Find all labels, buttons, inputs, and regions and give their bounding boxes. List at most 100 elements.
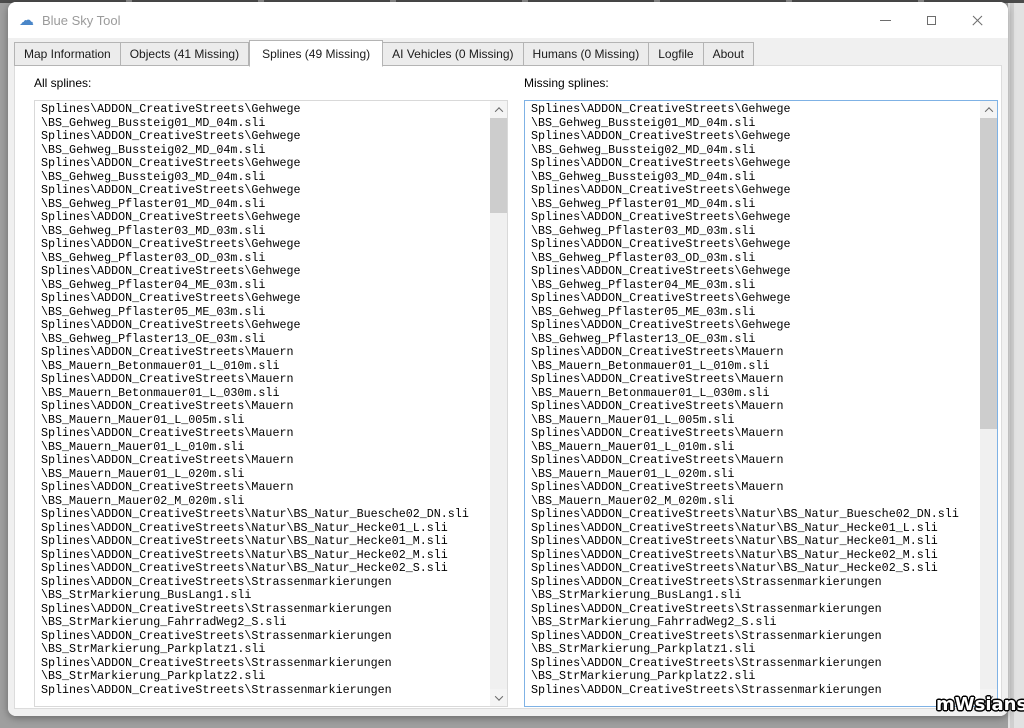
spline-list-item[interactable]: \BS_StrMarkierung_FahrradWeg2_S.sli bbox=[531, 616, 979, 630]
spline-list-item[interactable]: \BS_Gehweg_Pflaster13_OE_03m.sli bbox=[41, 333, 489, 347]
spline-list-item[interactable]: \BS_StrMarkierung_FahrradWeg2_S.sli bbox=[41, 616, 489, 630]
spline-list-item[interactable]: \BS_Mauern_Mauer01_L_005m.sli bbox=[41, 414, 489, 428]
spline-list-item[interactable]: \BS_Gehweg_Pflaster03_OD_03m.sli bbox=[41, 252, 489, 266]
minimize-button[interactable] bbox=[862, 2, 908, 38]
spline-list-item[interactable]: Splines\ADDON_CreativeStreets\Gehwege bbox=[41, 184, 489, 198]
spline-list-item[interactable]: \BS_Gehweg_Bussteig02_MD_04m.sli bbox=[41, 144, 489, 158]
spline-list-item[interactable]: Splines\ADDON_CreativeStreets\Natur\BS_N… bbox=[531, 508, 979, 522]
spline-list-item[interactable]: Splines\ADDON_CreativeStreets\Natur\BS_N… bbox=[41, 508, 489, 522]
spline-list-item[interactable]: \BS_Gehweg_Pflaster01_MD_04m.sli bbox=[531, 198, 979, 212]
spline-list-item[interactable]: Splines\ADDON_CreativeStreets\Gehwege bbox=[41, 130, 489, 144]
spline-list-item[interactable]: Splines\ADDON_CreativeStreets\Mauern bbox=[531, 400, 979, 414]
spline-list-item[interactable]: Splines\ADDON_CreativeStreets\Gehwege bbox=[531, 319, 979, 333]
spline-list-item[interactable]: Splines\ADDON_CreativeStreets\Strassenma… bbox=[41, 603, 489, 617]
spline-list-item[interactable]: \BS_Gehweg_Pflaster03_MD_03m.sli bbox=[531, 225, 979, 239]
spline-list-item[interactable]: \BS_Mauern_Mauer01_L_005m.sli bbox=[531, 414, 979, 428]
spline-list-item[interactable]: Splines\ADDON_CreativeStreets\Strassenma… bbox=[531, 603, 979, 617]
spline-list-item[interactable]: Splines\ADDON_CreativeStreets\Gehwege bbox=[41, 319, 489, 333]
spline-list-item[interactable]: Splines\ADDON_CreativeStreets\Strassenma… bbox=[41, 630, 489, 644]
spline-list-item[interactable]: \BS_Mauern_Mauer01_L_020m.sli bbox=[531, 468, 979, 482]
missing-splines-scrollbar[interactable] bbox=[980, 101, 997, 706]
spline-list-item[interactable]: \BS_Mauern_Betonmauer01_L_030m.sli bbox=[531, 387, 979, 401]
spline-list-item[interactable]: Splines\ADDON_CreativeStreets\Gehwege bbox=[531, 157, 979, 171]
scrollbar-thumb[interactable] bbox=[490, 118, 507, 213]
spline-list-item[interactable]: \BS_Gehweg_Pflaster01_MD_04m.sli bbox=[41, 198, 489, 212]
scroll-up-button[interactable] bbox=[490, 101, 507, 118]
spline-list-item[interactable]: \BS_StrMarkierung_Parkplatz1.sli bbox=[531, 643, 979, 657]
spline-list-item[interactable]: \BS_Mauern_Mauer01_L_010m.sli bbox=[41, 441, 489, 455]
spline-list-item[interactable]: Splines\ADDON_CreativeStreets\Strassenma… bbox=[531, 630, 979, 644]
title-bar[interactable]: ☁ Blue Sky Tool bbox=[8, 2, 1008, 38]
spline-list-item[interactable]: \BS_Gehweg_Bussteig03_MD_04m.sli bbox=[531, 171, 979, 185]
spline-list-item[interactable]: Splines\ADDON_CreativeStreets\Strassenma… bbox=[531, 657, 979, 671]
spline-list-item[interactable]: \BS_StrMarkierung_BusLang1.sli bbox=[531, 589, 979, 603]
spline-list-item[interactable]: Splines\ADDON_CreativeStreets\Natur\BS_N… bbox=[41, 562, 489, 576]
spline-list-item[interactable]: Splines\ADDON_CreativeStreets\Mauern bbox=[41, 373, 489, 387]
spline-list-item[interactable]: Splines\ADDON_CreativeStreets\Strassenma… bbox=[531, 684, 979, 698]
spline-list-item[interactable]: Splines\ADDON_CreativeStreets\Gehwege bbox=[41, 292, 489, 306]
spline-list-item[interactable]: Splines\ADDON_CreativeStreets\Mauern bbox=[531, 481, 979, 495]
spline-list-item[interactable]: Splines\ADDON_CreativeStreets\Gehwege bbox=[41, 265, 489, 279]
tab-humans-0-missing[interactable]: Humans (0 Missing) bbox=[524, 42, 650, 66]
spline-list-item[interactable]: \BS_Gehweg_Bussteig02_MD_04m.sli bbox=[531, 144, 979, 158]
spline-list-item[interactable]: Splines\ADDON_CreativeStreets\Gehwege bbox=[531, 184, 979, 198]
spline-list-item[interactable]: Splines\ADDON_CreativeStreets\Gehwege bbox=[531, 265, 979, 279]
spline-list-item[interactable]: \BS_StrMarkierung_BusLang1.sli bbox=[41, 589, 489, 603]
all-splines-listbox[interactable]: Splines\ADDON_CreativeStreets\Gehwege\BS… bbox=[34, 100, 508, 707]
spline-list-item[interactable]: Splines\ADDON_CreativeStreets\Strassenma… bbox=[41, 576, 489, 590]
spline-list-item[interactable]: Splines\ADDON_CreativeStreets\Mauern bbox=[41, 400, 489, 414]
spline-list-item[interactable]: \BS_Mauern_Mauer01_L_020m.sli bbox=[41, 468, 489, 482]
spline-list-item[interactable]: Splines\ADDON_CreativeStreets\Mauern bbox=[41, 427, 489, 441]
spline-list-item[interactable]: Splines\ADDON_CreativeStreets\Gehwege bbox=[41, 103, 489, 117]
spline-list-item[interactable]: \BS_Mauern_Mauer02_M_020m.sli bbox=[41, 495, 489, 509]
spline-list-item[interactable]: \BS_Gehweg_Bussteig03_MD_04m.sli bbox=[41, 171, 489, 185]
spline-list-item[interactable]: Splines\ADDON_CreativeStreets\Gehwege bbox=[531, 238, 979, 252]
spline-list-item[interactable]: \BS_Gehweg_Pflaster13_OE_03m.sli bbox=[531, 333, 979, 347]
all-splines-scrollbar[interactable] bbox=[490, 101, 507, 706]
missing-splines-listbox[interactable]: Splines\ADDON_CreativeStreets\Gehwege\BS… bbox=[524, 100, 998, 707]
spline-list-item[interactable]: Splines\ADDON_CreativeStreets\Natur\BS_N… bbox=[41, 549, 489, 563]
spline-list-item[interactable]: \BS_Gehweg_Pflaster04_ME_03m.sli bbox=[531, 279, 979, 293]
spline-list-item[interactable]: \BS_Gehweg_Bussteig01_MD_04m.sli bbox=[41, 117, 489, 131]
close-button[interactable] bbox=[954, 2, 1000, 38]
maximize-button[interactable] bbox=[908, 2, 954, 38]
spline-list-item[interactable]: \BS_Gehweg_Bussteig01_MD_04m.sli bbox=[531, 117, 979, 131]
tab-logfile[interactable]: Logfile bbox=[649, 42, 703, 66]
tab-about[interactable]: About bbox=[704, 42, 754, 66]
spline-list-item[interactable]: \BS_StrMarkierung_Parkplatz1.sli bbox=[41, 643, 489, 657]
spline-list-item[interactable]: Splines\ADDON_CreativeStreets\Mauern bbox=[531, 373, 979, 387]
spline-list-item[interactable]: Splines\ADDON_CreativeStreets\Natur\BS_N… bbox=[531, 562, 979, 576]
spline-list-item[interactable]: Splines\ADDON_CreativeStreets\Strassenma… bbox=[41, 684, 489, 698]
tab-objects-41-missing[interactable]: Objects (41 Missing) bbox=[121, 42, 249, 66]
spline-list-item[interactable]: \BS_Gehweg_Pflaster05_ME_03m.sli bbox=[531, 306, 979, 320]
spline-list-item[interactable]: \BS_Mauern_Betonmauer01_L_010m.sli bbox=[41, 360, 489, 374]
spline-list-item[interactable]: Splines\ADDON_CreativeStreets\Mauern bbox=[531, 454, 979, 468]
spline-list-item[interactable]: \BS_Gehweg_Pflaster05_ME_03m.sli bbox=[41, 306, 489, 320]
tab-splines-49-missing[interactable]: Splines (49 Missing) bbox=[249, 40, 383, 67]
tab-ai-vehicles-0-missing[interactable]: AI Vehicles (0 Missing) bbox=[383, 42, 523, 66]
spline-list-item[interactable]: Splines\ADDON_CreativeStreets\Mauern bbox=[531, 346, 979, 360]
spline-list-item[interactable]: Splines\ADDON_CreativeStreets\Mauern bbox=[531, 427, 979, 441]
spline-list-item[interactable]: \BS_Mauern_Mauer01_L_010m.sli bbox=[531, 441, 979, 455]
spline-list-item[interactable]: Splines\ADDON_CreativeStreets\Natur\BS_N… bbox=[41, 535, 489, 549]
spline-list-item[interactable]: Splines\ADDON_CreativeStreets\Gehwege bbox=[531, 103, 979, 117]
spline-list-item[interactable]: \BS_Mauern_Mauer02_M_020m.sli bbox=[531, 495, 979, 509]
spline-list-item[interactable]: \BS_Mauern_Betonmauer01_L_030m.sli bbox=[41, 387, 489, 401]
spline-list-item[interactable]: Splines\ADDON_CreativeStreets\Gehwege bbox=[41, 211, 489, 225]
spline-list-item[interactable]: Splines\ADDON_CreativeStreets\Mauern bbox=[41, 481, 489, 495]
spline-list-item[interactable]: Splines\ADDON_CreativeStreets\Gehwege bbox=[41, 238, 489, 252]
spline-list-item[interactable]: Splines\ADDON_CreativeStreets\Natur\BS_N… bbox=[531, 549, 979, 563]
spline-list-item[interactable]: Splines\ADDON_CreativeStreets\Gehwege bbox=[531, 292, 979, 306]
spline-list-item[interactable]: \BS_Gehweg_Pflaster03_MD_03m.sli bbox=[41, 225, 489, 239]
spline-list-item[interactable]: Splines\ADDON_CreativeStreets\Mauern bbox=[41, 346, 489, 360]
spline-list-item[interactable]: Splines\ADDON_CreativeStreets\Natur\BS_N… bbox=[531, 535, 979, 549]
spline-list-item[interactable]: Splines\ADDON_CreativeStreets\Mauern bbox=[41, 454, 489, 468]
scrollbar-thumb[interactable] bbox=[980, 118, 997, 429]
spline-list-item[interactable]: Splines\ADDON_CreativeStreets\Gehwege bbox=[531, 211, 979, 225]
spline-list-item[interactable]: Splines\ADDON_CreativeStreets\Natur\BS_N… bbox=[531, 522, 979, 536]
spline-list-item[interactable]: \BS_StrMarkierung_Parkplatz2.sli bbox=[531, 670, 979, 684]
spline-list-item[interactable]: Splines\ADDON_CreativeStreets\Gehwege bbox=[531, 130, 979, 144]
spline-list-item[interactable]: Splines\ADDON_CreativeStreets\Strassenma… bbox=[41, 657, 489, 671]
spline-list-item[interactable]: \BS_StrMarkierung_Parkplatz2.sli bbox=[41, 670, 489, 684]
scroll-down-button[interactable] bbox=[490, 689, 507, 706]
